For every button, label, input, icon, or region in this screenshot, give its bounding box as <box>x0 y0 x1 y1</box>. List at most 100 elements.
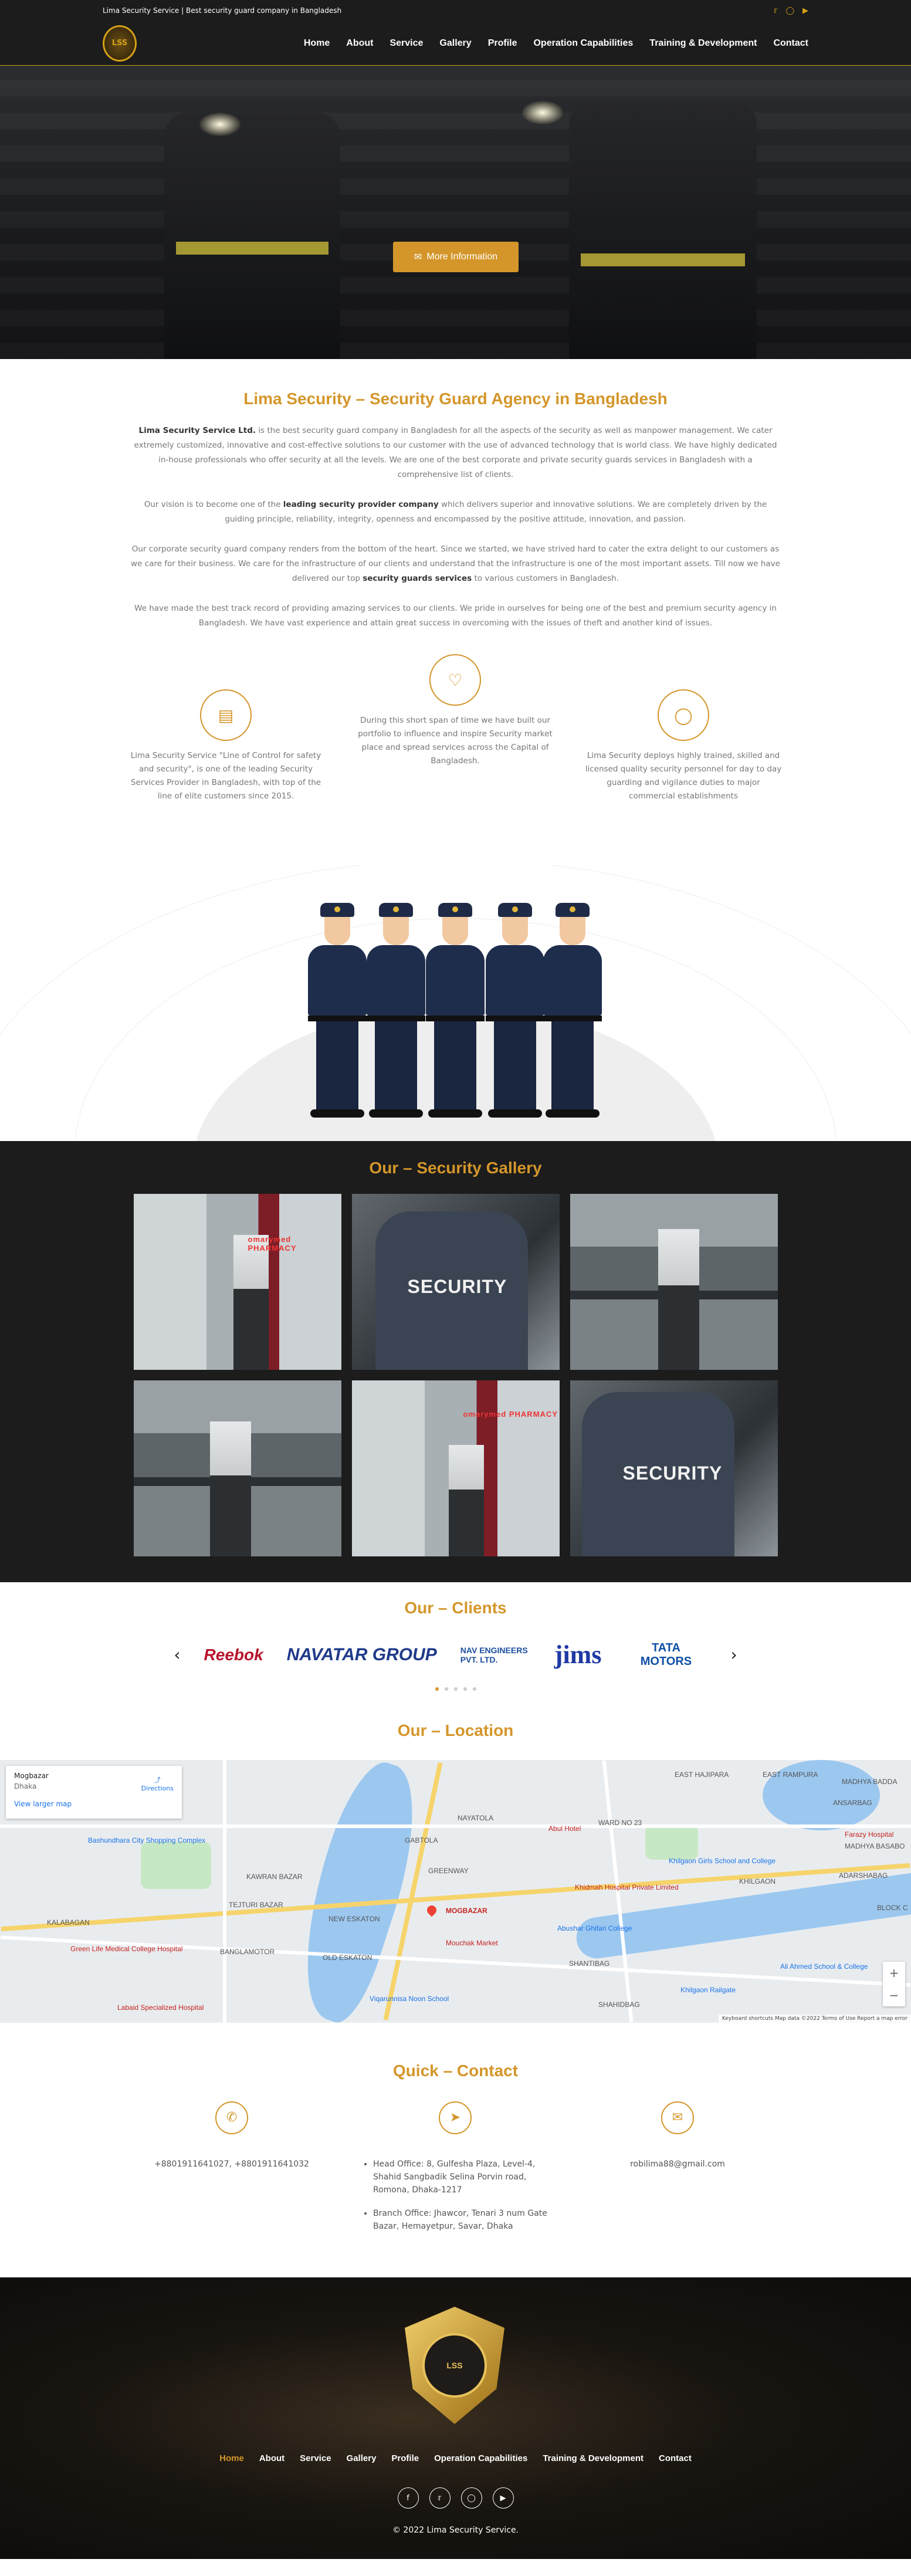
location-pin-icon[interactable] <box>425 1903 439 1917</box>
map-attribution[interactable]: Keyboard shortcuts Map data ©2022 Terms … <box>718 2015 911 2023</box>
map-place[interactable]: Viqarunnisa Noon School <box>370 1995 449 2003</box>
footer-nav-about[interactable]: About <box>259 2453 285 2463</box>
map-label: BLOCK C <box>877 1904 908 1912</box>
map-place[interactable]: Khilgaon Railgate <box>680 1986 736 1994</box>
lightbulb-icon: ◯ <box>658 689 709 741</box>
feature-card: ▤ Lima Security Service "Line of Control… <box>126 689 326 803</box>
footer-logo-text: LSS <box>422 2333 487 2398</box>
footer-nav-operation-capabilities[interactable]: Operation Capabilities <box>434 2453 527 2463</box>
chevron-right-icon[interactable]: › <box>730 1645 737 1664</box>
youtube-icon[interactable]: ▶ <box>802 6 808 15</box>
map-place[interactable]: Green Life Medical College Hospital <box>70 1945 182 1953</box>
map-place[interactable]: Bashundhara City Shopping Complex <box>88 1836 205 1844</box>
site-logo[interactable]: LSS <box>103 25 137 62</box>
hero-headlamp <box>199 113 241 136</box>
carousel-dot[interactable] <box>435 1687 439 1691</box>
gallery-photo[interactable] <box>570 1194 778 1370</box>
chevron-left-icon[interactable]: ‹ <box>174 1645 180 1664</box>
map-place[interactable]: Ali Ahmed School & College <box>780 1962 868 1971</box>
facebook-icon[interactable]: f <box>397 2487 419 2509</box>
carousel-dot[interactable] <box>444 1687 448 1691</box>
twitter-icon[interactable]: 𝕣 <box>429 2487 451 2509</box>
instagram-icon[interactable]: ◯ <box>460 2487 482 2509</box>
map-label: WARD NO 23 <box>598 1819 642 1827</box>
client-logo-reebok[interactable]: Reebok <box>204 1646 263 1664</box>
client-logo-jims[interactable]: jims <box>554 1640 602 1670</box>
hero-banner: ✉ More Information <box>0 66 911 359</box>
about-section: Lima Security – Security Guard Agency in… <box>0 359 911 654</box>
nav-training-development[interactable]: Training & Development <box>649 38 757 49</box>
map-place[interactable]: Khilgaon Girls School and College <box>669 1857 775 1865</box>
footer-nav-contact[interactable]: Contact <box>659 2453 692 2463</box>
email-address[interactable]: robilima88@gmail.com <box>572 2158 783 2171</box>
footer-logo[interactable]: LSS <box>405 2307 504 2424</box>
footer-nav-gallery[interactable]: Gallery <box>347 2453 377 2463</box>
gallery-photo[interactable]: omarymed PHARMACY <box>133 1194 341 1370</box>
footer-nav-training-development[interactable]: Training & Development <box>543 2453 644 2463</box>
hero-firefighter-left <box>164 113 340 359</box>
twitter-icon[interactable]: 𝕣 <box>774 6 777 15</box>
main-nav: Home About Service Gallery Profile Opera… <box>304 38 808 49</box>
map-label: EAST HAJIPARA <box>675 1771 729 1779</box>
map-label: EAST RAMPURA <box>763 1771 818 1779</box>
feature-card: ♡ During this short span of time we have… <box>355 654 555 768</box>
map-label: TEJTURI BAZAR <box>229 1901 283 1909</box>
location-section: Our – Location EAST HAJIPARA EAST RAMPUR… <box>0 1708 911 2040</box>
clients-carousel: ‹ Reebok NAVATAR GROUP NAV ENGINEERS PVT… <box>0 1640 911 1670</box>
envelope-icon: ✉ <box>414 252 422 262</box>
map-place[interactable]: Mouchak Market <box>446 1939 498 1947</box>
phone-numbers[interactable]: +8801911641027, +8801911641032 <box>126 2158 337 2171</box>
instagram-icon[interactable]: ◯ <box>785 6 794 15</box>
gallery-photo[interactable]: SECURITY <box>570 1380 778 1556</box>
carousel-dot[interactable] <box>463 1687 467 1691</box>
gallery-grid: omarymed PHARMACY SECURITY omarymed PHAR… <box>0 1194 911 1556</box>
client-logo-nav-engineers[interactable]: NAV ENGINEERS PVT. LTD. <box>460 1646 531 1664</box>
gallery-photo[interactable]: SECURITY <box>351 1194 560 1370</box>
envelope-icon: ✉ <box>661 2101 694 2134</box>
nav-home[interactable]: Home <box>304 38 330 49</box>
nav-operation-capabilities[interactable]: Operation Capabilities <box>533 38 633 49</box>
clients-title: Our – Clients <box>0 1599 911 1617</box>
nav-gallery[interactable]: Gallery <box>439 38 471 49</box>
map-place[interactable]: Labaid Specialized Hospital <box>117 2003 204 2012</box>
about-p2-bold: leading security provider company <box>283 500 439 509</box>
map-place[interactable]: Khidmah Hospital Private Limited <box>575 1883 679 1891</box>
map-place[interactable]: Farazy Hospital <box>845 1830 893 1839</box>
map-place[interactable]: Abul Hotel <box>548 1824 581 1833</box>
directions-button[interactable]: ⤴ Directions <box>141 1775 174 1792</box>
chart-icon: ▤ <box>200 689 252 741</box>
nav-service[interactable]: Service <box>390 38 423 49</box>
footer-social-links: f 𝕣 ◯ ▶ <box>0 2487 911 2509</box>
gallery-photo[interactable] <box>133 1380 341 1556</box>
clients-title-prefix: Our – <box>404 1599 452 1617</box>
carousel-dot[interactable] <box>453 1687 458 1691</box>
nav-profile[interactable]: Profile <box>488 38 517 49</box>
nav-about[interactable]: About <box>346 38 373 49</box>
client-logo-navatar[interactable]: NAVATAR GROUP <box>287 1645 437 1665</box>
client-logo-tata[interactable]: TATA MOTORS <box>625 1641 707 1668</box>
more-information-button[interactable]: ✉ More Information <box>393 242 519 272</box>
zoom-out-button[interactable]: − <box>889 1988 899 2002</box>
location-title-prefix: Our – <box>397 1721 445 1739</box>
contact-title-prefix: Quick – <box>392 2062 457 2080</box>
footer-nav-home[interactable]: Home <box>219 2453 244 2463</box>
google-map[interactable]: EAST HAJIPARA EAST RAMPURA MADHYA BADDA … <box>0 1760 911 2023</box>
about-p3-bold: security guards services <box>363 574 472 583</box>
branch-office-address: Branch Office: Jhawcor, Tenari 3 num Gat… <box>373 2207 561 2233</box>
carousel-dot[interactable] <box>472 1687 476 1691</box>
zoom-in-button[interactable]: + <box>889 1966 899 1980</box>
logo-text: LSS <box>111 39 128 48</box>
youtube-icon[interactable]: ▶ <box>492 2487 514 2509</box>
footer-nav-service[interactable]: Service <box>300 2453 331 2463</box>
about-title-prefix: Lima Security – <box>243 390 370 408</box>
gallery-title-bold: Security Gallery <box>416 1159 542 1177</box>
nav-contact[interactable]: Contact <box>773 38 808 49</box>
location-title-bold: Location <box>445 1721 514 1739</box>
hero-reflective-stripe <box>176 242 328 255</box>
site-header: LSS Home About Service Gallery Profile O… <box>0 21 911 66</box>
map-place[interactable]: Abushar Ghifari College <box>557 1924 632 1932</box>
view-larger-map-link[interactable]: View larger map <box>14 1800 174 1808</box>
about-paragraph-3: Our corporate security guard company ren… <box>130 542 781 586</box>
gallery-photo[interactable]: omarymed PHARMACY <box>351 1380 560 1556</box>
footer-nav-profile[interactable]: Profile <box>391 2453 419 2463</box>
